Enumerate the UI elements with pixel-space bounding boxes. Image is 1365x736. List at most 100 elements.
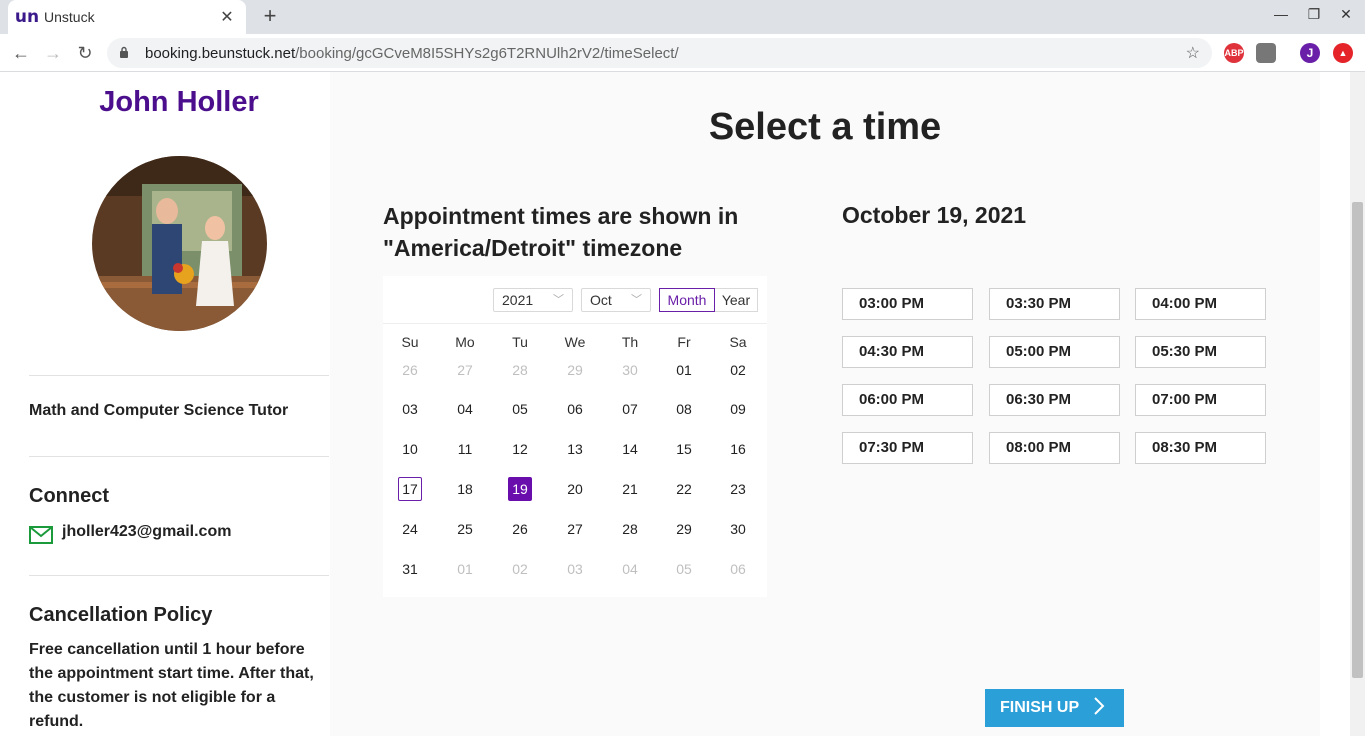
tab-close-icon[interactable]: ✕ — [218, 7, 236, 27]
calendar-day[interactable]: 14 — [618, 437, 642, 461]
mail-icon — [29, 526, 53, 544]
weekday-label: Fr — [677, 334, 691, 350]
calendar-day[interactable]: 01 — [453, 557, 477, 581]
chevron-down-icon: ﹀ — [553, 294, 564, 306]
month-mode-button[interactable]: Month — [659, 288, 715, 312]
back-icon[interactable]: ← — [8, 40, 34, 66]
calendar-day[interactable]: 10 — [398, 437, 422, 461]
calendar-day[interactable]: 18 — [453, 477, 477, 501]
time-slot-button[interactable]: 07:00 PM — [1135, 384, 1266, 416]
calendar-day[interactable]: 09 — [726, 397, 750, 421]
date-calendar: 2021 ﹀ Oct ﹀ Month Year Su Mo Tu We Th Fr Sa 2… — [383, 276, 767, 597]
calendar-day[interactable]: 16 — [726, 437, 750, 461]
weekday-label: Tu — [512, 334, 528, 350]
tutor-name: John Holler — [99, 86, 259, 118]
year-select[interactable]: 2021 ﹀ — [493, 288, 573, 312]
time-slot-button[interactable]: 05:30 PM — [1135, 336, 1266, 368]
calendar-day[interactable]: 29 — [563, 358, 587, 382]
calendar-day[interactable]: 28 — [508, 358, 532, 382]
bookmark-star-icon[interactable]: ☆ — [1186, 43, 1200, 63]
time-slot-button[interactable]: 06:30 PM — [989, 384, 1120, 416]
restore-window-icon[interactable]: ❐ — [1304, 6, 1324, 23]
time-slot-button[interactable]: 04:00 PM — [1135, 288, 1266, 320]
extension-icon[interactable] — [1256, 43, 1276, 63]
calendar-day[interactable]: 12 — [508, 437, 532, 461]
calendar-day[interactable]: 06 — [563, 397, 587, 421]
calendar-day[interactable]: 07 — [618, 397, 642, 421]
minimize-icon[interactable]: — — [1271, 6, 1291, 22]
calendar-day[interactable]: 01 — [672, 358, 696, 382]
url-text: booking.beunstuck.net/booking/gcGCveM8I5… — [145, 45, 1186, 62]
calendar-day[interactable]: 30 — [618, 358, 642, 382]
calendar-day[interactable]: 20 — [563, 477, 587, 501]
weekday-label: Mo — [455, 334, 475, 350]
calendar-day[interactable]: 27 — [453, 358, 477, 382]
adblock-extension-icon[interactable]: ABP — [1224, 43, 1244, 63]
time-slot-button[interactable]: 05:00 PM — [989, 336, 1120, 368]
calendar-day[interactable]: 13 — [563, 437, 587, 461]
month-select[interactable]: Oct ﹀ — [581, 288, 651, 312]
calendar-day[interactable]: 30 — [726, 517, 750, 541]
calendar-day[interactable]: 22 — [672, 477, 696, 501]
finish-up-label: FINISH UP — [1000, 699, 1080, 716]
calendar-day[interactable]: 28 — [618, 517, 642, 541]
calendar-day[interactable]: 29 — [672, 517, 696, 541]
month-select-value: Oct — [590, 292, 612, 308]
scrollbar-thumb[interactable] — [1352, 202, 1363, 678]
unstuck-favicon-icon: un — [14, 7, 40, 27]
url-path: /booking/gcGCveM8I5SHYs2g6T2RNUlh2rV2/ti… — [295, 44, 679, 62]
calendar-day[interactable]: 04 — [618, 557, 642, 581]
calendar-day[interactable]: 03 — [563, 557, 587, 581]
calendar-day[interactable]: 08 — [672, 397, 696, 421]
calendar-day[interactable]: 05 — [508, 397, 532, 421]
calendar-day[interactable]: 26 — [508, 517, 532, 541]
tutor-avatar — [92, 156, 267, 331]
tutor-subtitle: Math and Computer Science Tutor — [29, 402, 289, 419]
divider — [29, 575, 329, 576]
time-slot-button[interactable]: 08:30 PM — [1135, 432, 1266, 464]
calendar-day[interactable]: 03 — [398, 397, 422, 421]
calendar-day[interactable]: 11 — [453, 437, 477, 461]
address-bar[interactable]: booking.beunstuck.net/booking/gcGCveM8I5… — [107, 38, 1212, 68]
update-extension-icon[interactable]: ▲ — [1333, 43, 1353, 63]
calendar-day[interactable]: 24 — [398, 517, 422, 541]
tab-title: Unstuck — [44, 9, 95, 25]
calendar-day-selected[interactable]: 19 — [508, 477, 532, 501]
calendar-day-today[interactable]: 17 — [398, 477, 422, 501]
chevron-right-icon — [1093, 696, 1105, 721]
time-slot-button[interactable]: 06:00 PM — [842, 384, 973, 416]
profile-avatar[interactable]: J — [1300, 43, 1320, 63]
calendar-day[interactable]: 31 — [398, 557, 422, 581]
time-slot-button[interactable]: 03:00 PM — [842, 288, 973, 320]
calendar-day[interactable]: 23 — [726, 477, 750, 501]
time-slot-button[interactable]: 07:30 PM — [842, 432, 973, 464]
calendar-day[interactable]: 21 — [618, 477, 642, 501]
calendar-day[interactable]: 27 — [563, 517, 587, 541]
time-slot-button[interactable]: 08:00 PM — [989, 432, 1120, 464]
reload-icon[interactable]: ↻ — [72, 40, 98, 66]
tutor-email-link[interactable]: jholler423@gmail.com — [62, 523, 231, 541]
page-title: Select a time — [708, 106, 942, 148]
forward-icon[interactable]: → — [40, 40, 66, 66]
calendar-day[interactable]: 15 — [672, 437, 696, 461]
lock-icon — [119, 46, 135, 61]
time-slot-button[interactable]: 04:30 PM — [842, 336, 973, 368]
calendar-day[interactable]: 02 — [508, 557, 532, 581]
calendar-day[interactable]: 25 — [453, 517, 477, 541]
calendar-day[interactable]: 06 — [726, 557, 750, 581]
browser-tab[interactable]: un Unstuck ✕ — [8, 0, 246, 34]
timezone-note: Appointment times are shown in "America/… — [383, 203, 739, 261]
calendar-day[interactable]: 04 — [453, 397, 477, 421]
calendar-day[interactable]: 26 — [398, 358, 422, 382]
time-slot-button[interactable]: 03:30 PM — [989, 288, 1120, 320]
year-mode-button[interactable]: Year — [715, 288, 758, 312]
finish-up-button[interactable]: FINISH UP — [985, 689, 1124, 727]
calendar-day[interactable]: 05 — [672, 557, 696, 581]
year-select-value: 2021 — [502, 292, 534, 308]
new-tab-icon[interactable]: + — [258, 4, 282, 28]
close-window-icon[interactable]: ✕ — [1336, 6, 1356, 23]
cancellation-policy-text: Free cancellation until 1 hour before th… — [29, 641, 314, 730]
page-scrollbar[interactable] — [1350, 72, 1365, 736]
weekday-label: Sa — [729, 334, 747, 350]
calendar-day[interactable]: 02 — [726, 358, 750, 382]
